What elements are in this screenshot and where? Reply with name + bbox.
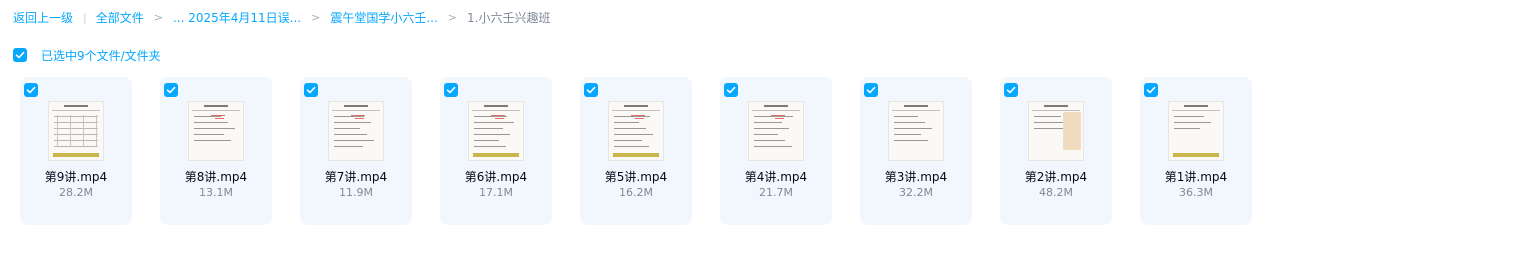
file-size: 17.1M bbox=[479, 186, 513, 199]
file-name: 第2讲.mp4 bbox=[1024, 170, 1088, 184]
file-card[interactable]: 第1讲.mp4 36.3M bbox=[1140, 77, 1252, 225]
file-card[interactable]: 第2讲.mp4 48.2M bbox=[1000, 77, 1112, 225]
file-name: 第8讲.mp4 bbox=[184, 170, 248, 184]
file-checkbox[interactable] bbox=[444, 83, 458, 97]
file-size: 28.2M bbox=[59, 186, 93, 199]
file-name: 第3讲.mp4 bbox=[884, 170, 948, 184]
breadcrumb-current: 1.小六壬兴趣班 bbox=[467, 10, 551, 25]
file-name: 第1讲.mp4 bbox=[1164, 170, 1228, 184]
chevron-right-icon: > bbox=[447, 10, 458, 24]
video-thumbnail bbox=[48, 101, 104, 161]
check-icon bbox=[166, 86, 176, 94]
file-size: 16.2M bbox=[619, 186, 653, 199]
chevron-right-icon: > bbox=[153, 10, 163, 24]
file-card[interactable]: 第9讲.mp4 28.2M bbox=[20, 77, 132, 225]
check-icon bbox=[446, 86, 456, 94]
file-checkbox[interactable] bbox=[1004, 83, 1018, 97]
file-checkbox[interactable] bbox=[1144, 83, 1158, 97]
file-card[interactable]: 第7讲.mp4 11.9M bbox=[300, 77, 412, 225]
file-card[interactable]: 第3讲.mp4 32.2M bbox=[860, 77, 972, 225]
check-icon bbox=[866, 86, 876, 94]
check-icon bbox=[15, 51, 25, 59]
file-name: 第5讲.mp4 bbox=[604, 170, 668, 184]
file-card[interactable]: 第6讲.mp4 17.1M bbox=[440, 77, 552, 225]
file-checkbox[interactable] bbox=[724, 83, 738, 97]
file-checkbox[interactable] bbox=[304, 83, 318, 97]
select-all-checkbox[interactable] bbox=[13, 48, 27, 62]
file-checkbox[interactable] bbox=[584, 83, 598, 97]
breadcrumb-folder-2[interactable]: 震午堂国学小六壬... bbox=[330, 9, 437, 26]
video-thumbnail bbox=[1028, 101, 1084, 161]
select-all-row: 已选中9个文件/文件夹 bbox=[13, 47, 161, 63]
check-icon bbox=[26, 86, 36, 94]
file-size: 36.3M bbox=[1179, 186, 1213, 199]
file-size: 21.7M bbox=[759, 186, 793, 199]
breadcrumb: 返回上一级 | 全部文件 > ... 2025年4月11日误... > 震午堂国… bbox=[13, 8, 550, 26]
file-checkbox[interactable] bbox=[24, 83, 38, 97]
file-checkbox[interactable] bbox=[164, 83, 178, 97]
file-card[interactable]: 第5讲.mp4 16.2M bbox=[580, 77, 692, 225]
file-name: 第4讲.mp4 bbox=[744, 170, 808, 184]
check-icon bbox=[306, 86, 316, 94]
video-thumbnail bbox=[328, 101, 384, 161]
file-size: 32.2M bbox=[899, 186, 933, 199]
breadcrumb-all-files[interactable]: 全部文件 bbox=[96, 9, 144, 26]
file-size: 48.2M bbox=[1039, 186, 1073, 199]
check-icon bbox=[1006, 86, 1016, 94]
video-thumbnail bbox=[608, 101, 664, 161]
file-checkbox[interactable] bbox=[864, 83, 878, 97]
chevron-right-icon: > bbox=[311, 10, 321, 24]
divider: | bbox=[83, 10, 87, 24]
video-thumbnail bbox=[888, 101, 944, 161]
file-card[interactable]: 第8讲.mp4 13.1M bbox=[160, 77, 272, 225]
file-card[interactable]: 第4讲.mp4 21.7M bbox=[720, 77, 832, 225]
breadcrumb-folder-1[interactable]: ... 2025年4月11日误... bbox=[173, 9, 301, 26]
file-name: 第9讲.mp4 bbox=[44, 170, 108, 184]
video-thumbnail bbox=[1168, 101, 1224, 161]
back-link[interactable]: 返回上一级 bbox=[13, 9, 73, 26]
file-size: 13.1M bbox=[199, 186, 233, 199]
video-thumbnail bbox=[468, 101, 524, 161]
video-thumbnail bbox=[188, 101, 244, 161]
check-icon bbox=[586, 86, 596, 94]
check-icon bbox=[726, 86, 736, 94]
file-size: 11.9M bbox=[339, 186, 373, 199]
check-icon bbox=[1146, 86, 1156, 94]
file-name: 第7讲.mp4 bbox=[324, 170, 388, 184]
selection-count: 已选中9个文件/文件夹 bbox=[41, 48, 161, 63]
video-thumbnail bbox=[748, 101, 804, 161]
file-name: 第6讲.mp4 bbox=[464, 170, 528, 184]
